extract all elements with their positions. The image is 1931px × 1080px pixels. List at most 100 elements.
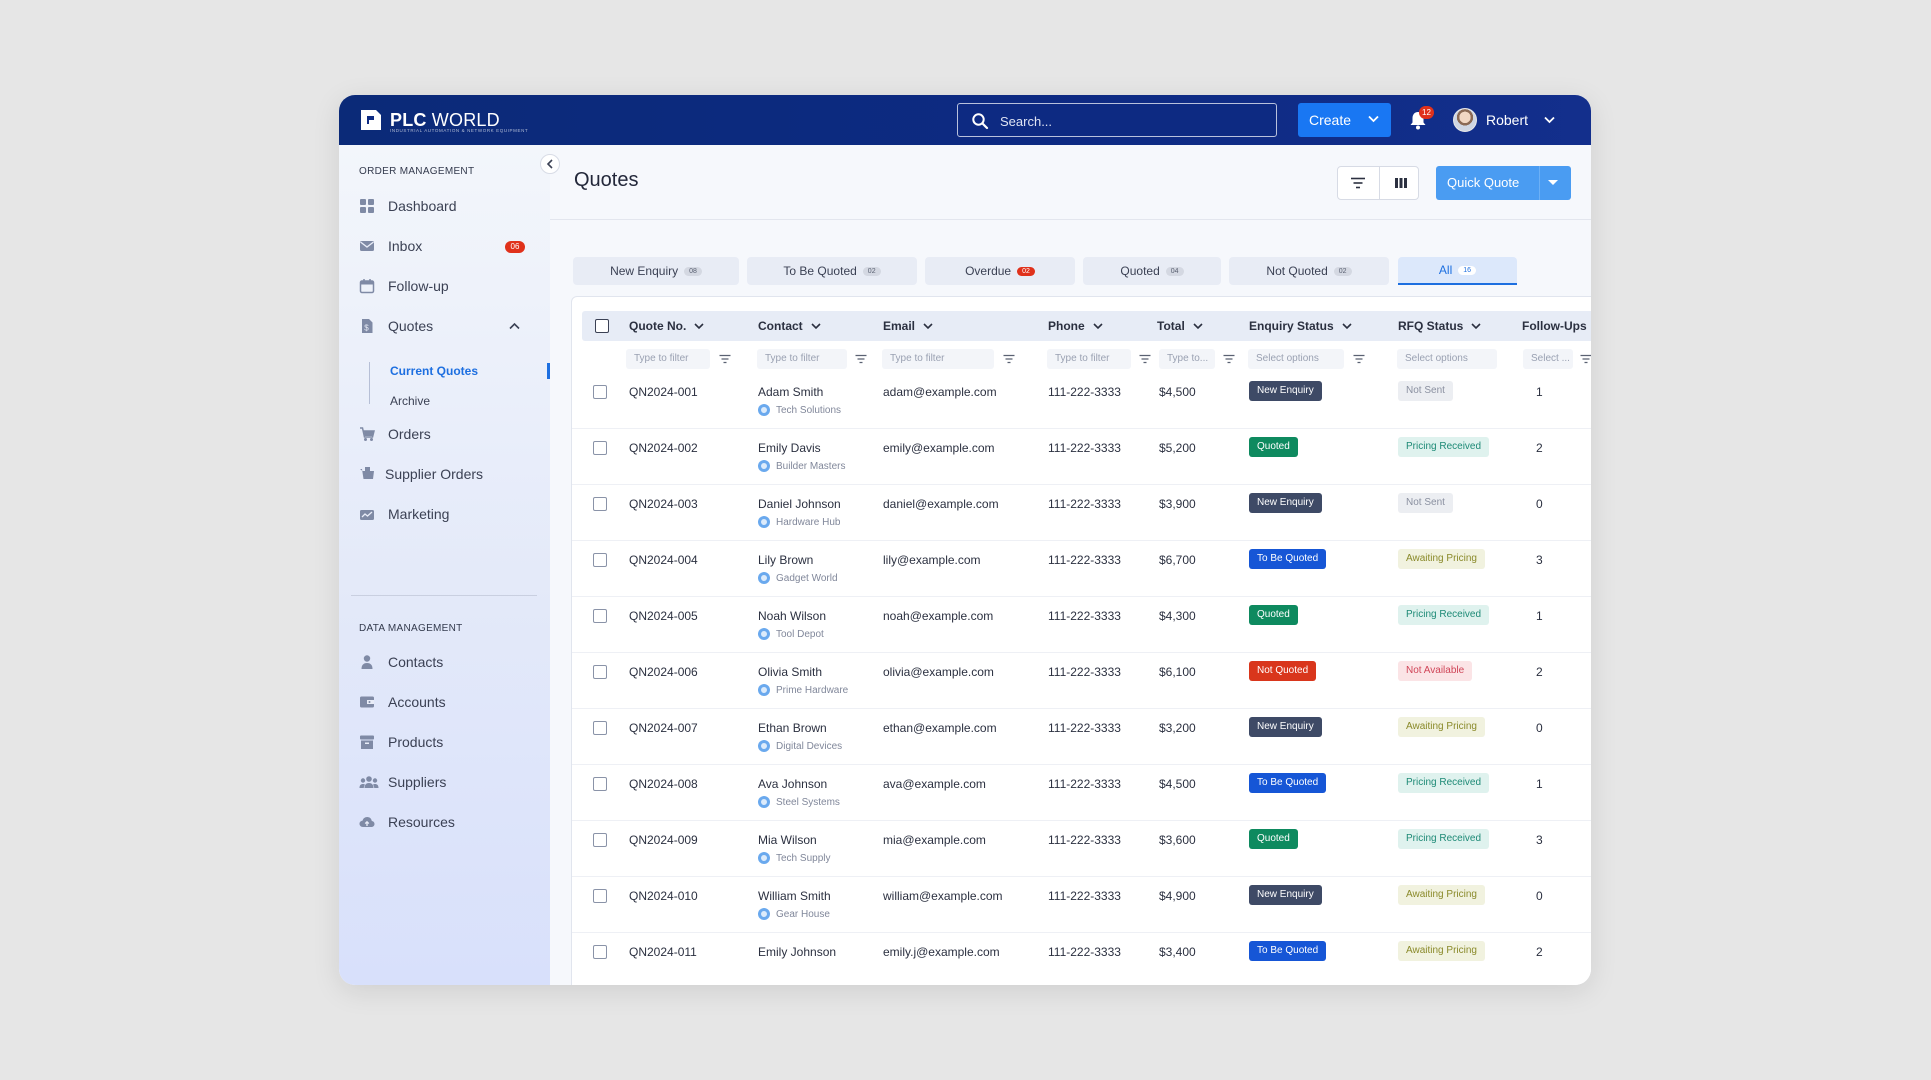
filter-icon[interactable]: [719, 354, 731, 364]
tab-overdue[interactable]: Overdue 02: [925, 257, 1075, 285]
filter-icon[interactable]: [1223, 354, 1235, 364]
contact-name[interactable]: Lily Brown: [758, 553, 813, 567]
row-checkbox[interactable]: [593, 609, 607, 623]
email[interactable]: mia@example.com: [883, 833, 986, 847]
quote-number[interactable]: QN2024-002: [629, 441, 698, 455]
column-header-contact[interactable]: Contact: [758, 319, 821, 333]
row-checkbox[interactable]: [593, 889, 607, 903]
sidebar-item-marketing[interactable]: Marketing: [359, 503, 449, 525]
sidebar-item-orders[interactable]: Orders: [359, 423, 431, 445]
column-header-phone[interactable]: Phone: [1048, 319, 1103, 333]
row-checkbox[interactable]: [593, 553, 607, 567]
row-checkbox[interactable]: [593, 665, 607, 679]
table-row[interactable]: QN2024-001 Adam Smith Tech Solutions adam@e…: [572, 373, 1591, 429]
filter-phone-input[interactable]: Type to filter: [1047, 349, 1131, 369]
email[interactable]: adam@example.com: [883, 385, 997, 399]
quote-number[interactable]: QN2024-007: [629, 721, 698, 735]
row-checkbox[interactable]: [593, 721, 607, 735]
quick-quote-button[interactable]: Quick Quote: [1436, 166, 1571, 200]
tab-not-quoted[interactable]: Not Quoted 02: [1229, 257, 1389, 285]
sidebar-item-follow-up[interactable]: Follow-up: [359, 275, 449, 297]
quote-number[interactable]: QN2024-009: [629, 833, 698, 847]
tab-to-be-quoted[interactable]: To Be Quoted 02: [747, 257, 917, 285]
table-row[interactable]: QN2024-009 Mia Wilson Tech Supply mia@examp…: [572, 821, 1591, 877]
column-header-follow-ups[interactable]: Follow-Ups: [1522, 319, 1587, 333]
quote-number[interactable]: QN2024-006: [629, 665, 698, 679]
contact-name[interactable]: Emily Johnson: [758, 945, 836, 959]
contact-name[interactable]: Adam Smith: [758, 385, 823, 399]
table-row[interactable]: QN2024-004 Lily Brown Gadget World lily@exa…: [572, 541, 1591, 597]
email[interactable]: noah@example.com: [883, 609, 993, 623]
filter-rfq-status-select[interactable]: Select options: [1397, 349, 1497, 369]
column-header-email[interactable]: Email: [883, 319, 933, 333]
row-checkbox[interactable]: [593, 833, 607, 847]
sidebar-subitem-current-quotes[interactable]: Current Quotes: [390, 364, 478, 378]
quote-number[interactable]: QN2024-008: [629, 777, 698, 791]
email[interactable]: ethan@example.com: [883, 721, 997, 735]
table-row[interactable]: QN2024-005 Noah Wilson Tool Depot noah@exam…: [572, 597, 1591, 653]
chevron-down-icon[interactable]: [1544, 116, 1555, 124]
sidebar-item-supplier-orders[interactable]: Supplier Orders: [359, 463, 483, 485]
column-header-total[interactable]: Total: [1157, 319, 1203, 333]
contact-name[interactable]: Ava Johnson: [758, 777, 827, 791]
filter-follow-ups-select[interactable]: Select ...: [1523, 349, 1573, 369]
tab-new-enquiry[interactable]: New Enquiry 08: [573, 257, 739, 285]
filter-email-input[interactable]: Type to filter: [882, 349, 994, 369]
row-checkbox[interactable]: [593, 945, 607, 959]
chevron-up-icon[interactable]: [509, 322, 520, 330]
quote-number[interactable]: QN2024-005: [629, 609, 698, 623]
filter-contact-input[interactable]: Type to filter: [757, 349, 847, 369]
email[interactable]: emily.j@example.com: [883, 945, 1000, 959]
row-checkbox[interactable]: [593, 777, 607, 791]
filter-icon[interactable]: [1003, 354, 1015, 364]
contact-name[interactable]: Ethan Brown: [758, 721, 827, 735]
column-header-rfq-status[interactable]: RFQ Status: [1398, 319, 1481, 333]
logo[interactable]: PLC WORLD INDUSTRIAL AUTOMATION & NETWOR…: [358, 105, 528, 135]
contact-name[interactable]: Emily Davis: [758, 441, 821, 455]
sidebar-subitem-archive[interactable]: Archive: [390, 394, 430, 408]
filter-icon[interactable]: [855, 354, 867, 364]
email[interactable]: olivia@example.com: [883, 665, 994, 679]
filter-total-input[interactable]: Type to...: [1159, 349, 1215, 369]
contact-name[interactable]: William Smith: [758, 889, 831, 903]
row-checkbox[interactable]: [593, 385, 607, 399]
contact-name[interactable]: Noah Wilson: [758, 609, 826, 623]
filter-icon[interactable]: [1350, 176, 1366, 190]
sidebar-item-dashboard[interactable]: Dashboard: [359, 195, 457, 217]
table-row[interactable]: QN2024-008 Ava Johnson Steel Systems ava@ex…: [572, 765, 1591, 821]
row-checkbox[interactable]: [593, 441, 607, 455]
sidebar-item-quotes[interactable]: $ Quotes: [359, 315, 539, 337]
filter-icon[interactable]: [1580, 354, 1591, 364]
table-row[interactable]: QN2024-007 Ethan Brown Digital Devices etha…: [572, 709, 1591, 765]
sidebar-item-products[interactable]: Products: [359, 731, 443, 753]
email[interactable]: daniel@example.com: [883, 497, 999, 511]
column-header-quote-no[interactable]: Quote No.: [629, 319, 704, 333]
email[interactable]: ava@example.com: [883, 777, 986, 791]
quote-number[interactable]: QN2024-004: [629, 553, 698, 567]
filter-enquiry-status-select[interactable]: Select options: [1248, 349, 1344, 369]
email[interactable]: william@example.com: [883, 889, 1003, 903]
column-header-enquiry-status[interactable]: Enquiry Status: [1249, 319, 1352, 333]
collapse-sidebar-button[interactable]: [540, 154, 560, 174]
table-row[interactable]: QN2024-003 Daniel Johnson Hardware Hub dani…: [572, 485, 1591, 541]
contact-name[interactable]: Olivia Smith: [758, 665, 822, 679]
contact-name[interactable]: Mia Wilson: [758, 833, 817, 847]
user-name[interactable]: Robert: [1486, 112, 1528, 128]
sidebar-item-accounts[interactable]: Accounts: [359, 691, 446, 713]
filter-quote-no-input[interactable]: Type to filter: [626, 349, 710, 369]
email[interactable]: lily@example.com: [883, 553, 981, 567]
avatar[interactable]: [1453, 108, 1477, 132]
contact-name[interactable]: Daniel Johnson: [758, 497, 841, 511]
filter-icon[interactable]: [1139, 354, 1151, 364]
row-checkbox[interactable]: [593, 497, 607, 511]
sidebar-item-inbox[interactable]: Inbox: [359, 235, 422, 257]
table-row[interactable]: QN2024-011 Emily Johnson emily.j@example.c…: [572, 933, 1591, 985]
sidebar-item-suppliers[interactable]: Suppliers: [359, 771, 446, 793]
quote-number[interactable]: QN2024-010: [629, 889, 698, 903]
select-all-checkbox[interactable]: [595, 319, 609, 333]
search-input[interactable]: [1000, 111, 1260, 131]
email[interactable]: emily@example.com: [883, 441, 995, 455]
table-row[interactable]: QN2024-010 William Smith Gear House william…: [572, 877, 1591, 933]
quote-number[interactable]: QN2024-003: [629, 497, 698, 511]
search-box[interactable]: [957, 103, 1277, 137]
